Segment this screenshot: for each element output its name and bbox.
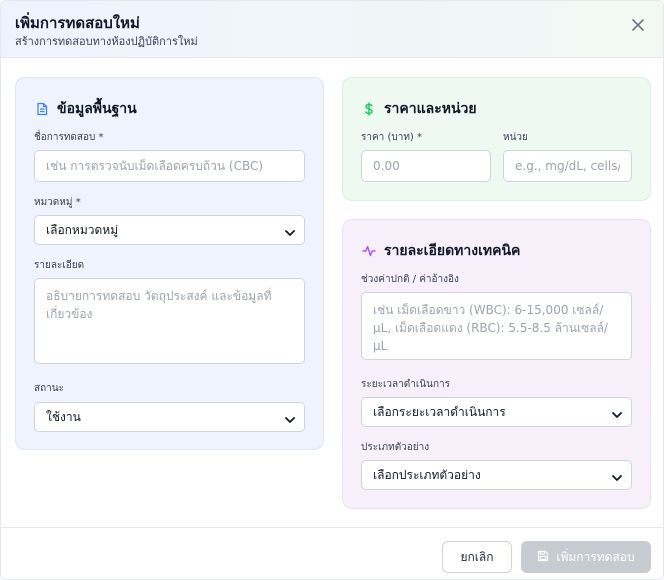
chevron-down-icon <box>612 471 622 481</box>
dialog-footer: ยกเลิก เพิ่มการทดสอบ <box>1 527 663 579</box>
price-unit-card: ราคาและหน่วย ราคา (บาท) * หน่วย <box>342 77 651 201</box>
duration-select[interactable]: เลือกระยะเวลาดำเนินการ <box>361 397 632 427</box>
price-unit-title-text: ราคาและหน่วย <box>384 101 477 117</box>
test-name-label: ชื่อการทดสอบ * <box>34 132 104 143</box>
save-icon <box>537 550 549 565</box>
category-select-value: เลือกหมวดหมู่ <box>46 222 119 237</box>
status-select-value: ใช้งาน <box>46 409 81 424</box>
status-select[interactable]: ใช้งาน <box>34 402 305 432</box>
cancel-button-label: ยกเลิก <box>460 549 494 564</box>
add-test-button[interactable]: เพิ่มการทดสอบ <box>521 541 651 573</box>
technical-details-title: รายละเอียดทางเทคนิค <box>362 240 520 262</box>
category-label: หมวดหมู่ * <box>34 197 81 208</box>
add-test-dialog: เพิ่มการทดสอบใหม่ สร้างการทดสอบทางห้องปฏ… <box>0 0 664 580</box>
technical-details-title-text: รายละเอียดทางเทคนิค <box>384 243 521 259</box>
technical-details-card: รายละเอียดทางเทคนิค ช่วงค่าปกติ / ค่าอ้า… <box>342 219 651 509</box>
chevron-down-icon <box>285 226 295 236</box>
duration-label: ระยะเวลาดำเนินการ <box>361 379 450 390</box>
description-textarea[interactable] <box>34 278 305 364</box>
basic-info-card: ข้อมูลพื้นฐาน ชื่อการทดสอบ * หมวดหมู่ * … <box>15 77 324 450</box>
sample-type-select[interactable]: เลือกประเภทตัวอย่าง <box>361 460 632 490</box>
sample-type-select-value: เลือกประเภทตัวอย่าง <box>373 467 481 482</box>
chevron-down-icon <box>612 408 622 418</box>
dollar-icon <box>362 102 376 116</box>
sample-type-label: ประเภทตัวอย่าง <box>361 442 430 453</box>
activity-icon <box>362 244 376 258</box>
test-name-input[interactable] <box>34 150 305 182</box>
chevron-down-icon <box>285 413 295 423</box>
price-input[interactable] <box>361 150 491 182</box>
reference-range-textarea[interactable] <box>361 292 632 360</box>
status-label: สถานะ <box>34 383 64 394</box>
add-test-button-label: เพิ่มการทดสอบ <box>556 549 635 564</box>
cancel-button[interactable]: ยกเลิก <box>442 541 512 573</box>
price-unit-title: ราคาและหน่วย <box>362 98 477 120</box>
unit-label: หน่วย <box>503 132 528 143</box>
basic-info-title: ข้อมูลพื้นฐาน <box>35 98 137 120</box>
unit-input[interactable] <box>503 150 632 182</box>
dialog-header: เพิ่มการทดสอบใหม่ สร้างการทดสอบทางห้องปฏ… <box>1 1 663 58</box>
description-label: รายละเอียด <box>34 260 85 271</box>
close-icon[interactable] <box>631 17 645 31</box>
document-icon <box>35 102 49 116</box>
price-label: ราคา (บาท) * <box>361 132 423 143</box>
reference-range-label: ช่วงค่าปกติ / ค่าอ้างอิง <box>361 274 459 285</box>
category-select[interactable]: เลือกหมวดหมู่ <box>34 215 305 245</box>
duration-select-value: เลือกระยะเวลาดำเนินการ <box>373 404 506 419</box>
basic-info-title-text: ข้อมูลพื้นฐาน <box>57 101 137 117</box>
dialog-subtitle: สร้างการทดสอบทางห้องปฏิบัติการใหม่ <box>15 35 198 48</box>
